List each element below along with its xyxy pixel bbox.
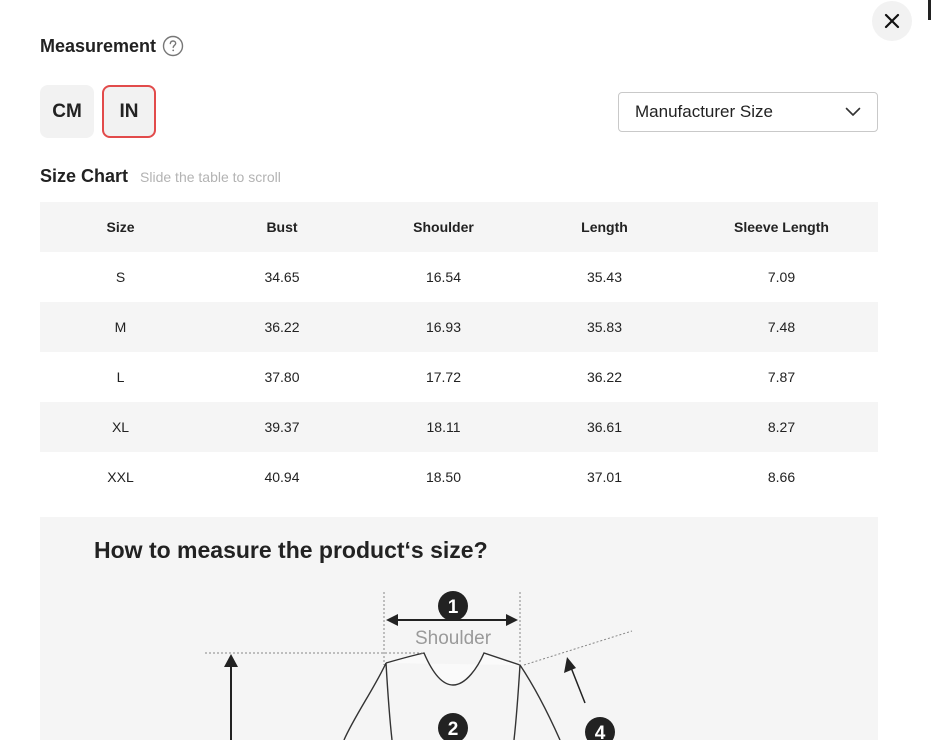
- table-cell: 8.66: [767, 469, 796, 485]
- help-circle-icon[interactable]: [162, 35, 184, 57]
- measure-guide-title: How to measure the product‘s size?: [94, 537, 488, 563]
- unit-cm-button[interactable]: CM: [40, 85, 94, 138]
- table-cell: 8.27: [685, 402, 878, 452]
- chevron-down-icon: [845, 107, 861, 116]
- table-cell: 34.65: [264, 269, 300, 285]
- table-cell: XL: [40, 402, 201, 452]
- table-cell: 36.61: [524, 402, 685, 452]
- table-cell: 7.48: [685, 302, 878, 352]
- column-header-shoulder: Shoulder: [363, 202, 524, 252]
- garment-outline: [385, 652, 521, 686]
- measurement-header: Measurement: [40, 35, 184, 57]
- column-header-bust: Bust: [201, 202, 363, 252]
- shoulder-label: Shoulder: [415, 628, 492, 649]
- table-cell: 18.50: [425, 469, 462, 485]
- page-title: Measurement: [40, 35, 157, 56]
- table-cell: 7.87: [767, 369, 796, 385]
- table-cell: 37.80: [264, 369, 300, 385]
- measure-guide-image: 1 2 4 Shoulder How to measure the produc…: [40, 517, 878, 740]
- column-header-size: Size: [40, 202, 201, 252]
- marker-4-label: 4: [595, 723, 606, 740]
- column-header-length: Length: [524, 202, 685, 252]
- column-header-sleeve-length: Sleeve Length: [685, 202, 878, 252]
- table-header-row: Size Bust Shoulder Length Sleeve Length: [40, 202, 878, 252]
- table-cell: 37.01: [586, 469, 623, 485]
- table-cell: 7.09: [767, 269, 796, 285]
- marker-2-label: 2: [448, 719, 459, 740]
- table-cell: 16.54: [425, 269, 462, 285]
- table-cell: 18.11: [363, 402, 524, 452]
- size-type-value: Manufacturer Size: [635, 102, 773, 121]
- marker-1-label: 1: [448, 597, 459, 618]
- table-row: XL 39.37 18.11 36.61 8.27: [40, 402, 878, 452]
- size-chart-hint: Slide the table to scroll: [140, 169, 281, 185]
- table-cell: 36.22: [586, 369, 623, 385]
- unit-in-button[interactable]: IN: [102, 85, 156, 138]
- table-cell: 35.83: [524, 302, 685, 352]
- table-cell: 39.37: [201, 402, 363, 452]
- table-cell: S: [115, 269, 126, 285]
- table-row: XXL 40.94 18.50 37.01 8.66: [40, 452, 878, 502]
- table-cell: 36.22: [201, 302, 363, 352]
- table-cell: 17.72: [425, 369, 462, 385]
- table-cell: XXL: [107, 469, 134, 485]
- table-cell: 40.94: [264, 469, 300, 485]
- close-icon: [884, 13, 900, 29]
- table-cell: L: [116, 369, 125, 385]
- size-chart-title: Size Chart: [40, 166, 129, 186]
- table-row: M 36.22 16.93 35.83 7.48: [40, 302, 878, 352]
- table-row: L 37.80 17.72 36.22 7.87: [40, 352, 878, 402]
- size-type-select[interactable]: Manufacturer Size: [618, 92, 878, 132]
- close-button[interactable]: [872, 1, 912, 41]
- size-chart-header: Size Chart Slide the table to scroll: [40, 166, 281, 187]
- table-row: S 34.65 16.54 35.43 7.09: [40, 252, 878, 302]
- size-table[interactable]: Size Bust Shoulder Length Sleeve Length …: [40, 202, 878, 502]
- table-cell: M: [40, 302, 201, 352]
- table-cell: 35.43: [586, 269, 623, 285]
- table-cell: 16.93: [363, 302, 524, 352]
